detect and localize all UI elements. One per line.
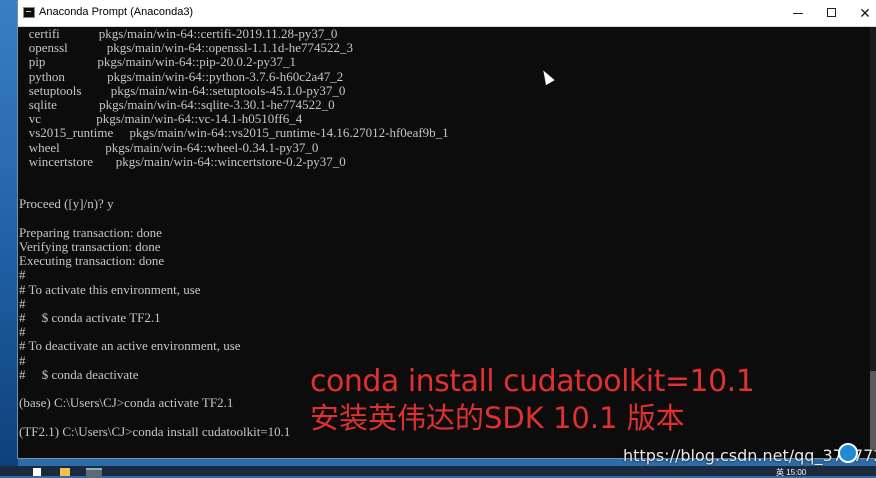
- console-app-icon: [23, 7, 35, 18]
- blue-badge-icon: [838, 443, 858, 463]
- title-bar[interactable]: Anaconda Prompt (Anaconda3) ✕: [18, 0, 876, 27]
- console-taskbar-icon[interactable]: [86, 468, 102, 478]
- maximize-button[interactable]: [815, 0, 849, 26]
- file-explorer-icon[interactable]: [60, 468, 70, 476]
- console-text: certifi pkgs/main/win-64::certifi-2019.1…: [19, 27, 449, 439]
- desktop-background: [0, 0, 18, 476]
- vertical-scrollbar[interactable]: [870, 27, 876, 458]
- windows-start-icon[interactable]: [33, 468, 41, 476]
- console-output[interactable]: certifi pkgs/main/win-64::certifi-2019.1…: [18, 27, 870, 458]
- close-button[interactable]: ✕: [848, 0, 876, 26]
- maximize-icon: [827, 8, 836, 17]
- minimize-icon: [793, 13, 803, 14]
- window-title: Anaconda Prompt (Anaconda3): [39, 6, 194, 18]
- system-tray[interactable]: 英 15:00: [776, 467, 806, 478]
- scrollbar-thumb[interactable]: [870, 371, 876, 451]
- minimize-button[interactable]: [781, 0, 815, 26]
- close-icon: ✕: [859, 5, 871, 21]
- anaconda-prompt-window: Anaconda Prompt (Anaconda3) ✕ certifi pk…: [18, 0, 876, 458]
- windows-taskbar: 英 15:00: [0, 466, 876, 478]
